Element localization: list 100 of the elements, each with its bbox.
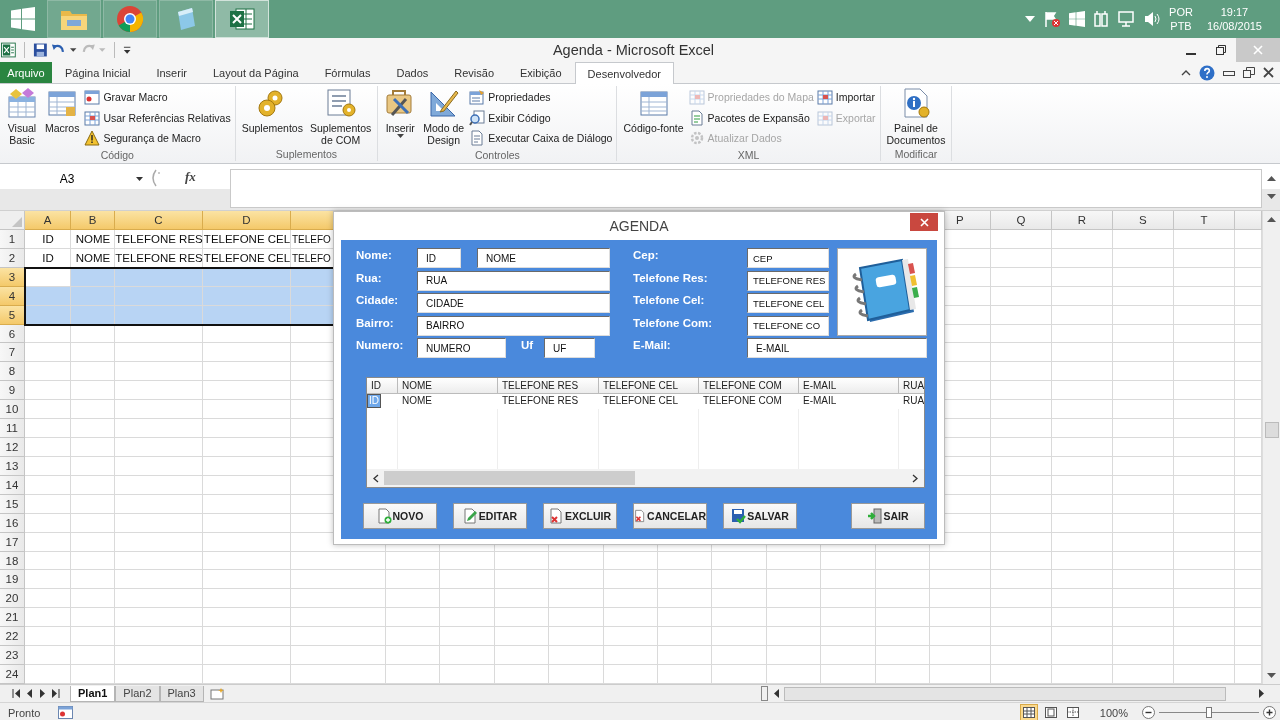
ribbon-tab[interactable]: Layout da Página	[200, 62, 312, 83]
row-header[interactable]: 9	[0, 381, 25, 401]
column-header[interactable]: D	[203, 211, 291, 230]
ribbon-button[interactable]: Gravar Macro	[84, 87, 231, 108]
formula-field[interactable]	[230, 169, 1262, 208]
column-header[interactable]: S	[1112, 211, 1174, 230]
ribbon-button[interactable]: Pacotes de Expansão	[688, 107, 814, 128]
ribbon-button[interactable]: Visual Basic	[4, 87, 40, 146]
ribbon-button[interactable]: Suplementos de COM	[307, 87, 374, 146]
sheet-navigation-icon[interactable]	[12, 689, 60, 698]
sheet-tab[interactable]: Plan1	[70, 685, 116, 702]
split-handle[interactable]	[761, 686, 768, 701]
text-field[interactable]: BAIRRO	[417, 315, 610, 336]
horizontal-scrollbar[interactable]	[367, 469, 924, 487]
column-header[interactable]: Q	[990, 211, 1052, 230]
taskbar-button[interactable]	[103, 0, 157, 38]
text-field[interactable]: TELEFONE RES	[747, 270, 829, 291]
ribbon-button[interactable]: Código-fonte	[621, 87, 686, 134]
ribbon-button[interactable]: Exibir Código	[469, 107, 613, 128]
spreadsheet-icon[interactable]	[1, 42, 16, 58]
column-header[interactable]: TELEFONE CEL	[599, 378, 699, 394]
row-header[interactable]: 19	[0, 570, 25, 590]
ribbon-tab[interactable]: Inserir	[143, 62, 200, 83]
text-field[interactable]: TELEFONE CEL	[747, 293, 829, 313]
row-header[interactable]: 20	[0, 589, 25, 609]
column-header[interactable]: E-MAIL	[799, 378, 899, 394]
scroll-down-icon[interactable]	[1267, 673, 1276, 678]
row-header[interactable]: 22	[0, 627, 25, 647]
minimize-icon[interactable]	[1223, 68, 1235, 77]
scroll-up-icon[interactable]	[1267, 217, 1276, 222]
network-icon[interactable]	[1117, 10, 1136, 28]
speaker-icon[interactable]	[1143, 11, 1162, 27]
ribbon-button[interactable]: Macros	[43, 87, 82, 134]
taskbar-button[interactable]	[215, 0, 269, 38]
ribbon-button[interactable]: Inserir	[382, 87, 419, 138]
close-icon[interactable]	[1263, 67, 1274, 78]
file-tab[interactable]: Arquivo	[0, 62, 52, 83]
list-view[interactable]: ID NOME TELEFONE RES TELEFONE CEL TELEFONE COM E-MAIL RUA ID NOME TELEFONE RES TELEFONE CEL TELEFONE COM E-MAIL RUA	[366, 377, 925, 488]
text-field[interactable]: NOME	[477, 248, 610, 268]
form-button[interactable]: SALVAR	[723, 503, 797, 529]
text-field[interactable]: RUA	[417, 270, 610, 291]
restore-icon[interactable]	[1243, 67, 1255, 78]
sheet-tab[interactable]: Plan2	[115, 685, 160, 702]
zoom-slider[interactable]	[1159, 706, 1259, 719]
row-header[interactable]: 7	[0, 343, 25, 363]
row-header[interactable]: 24	[0, 665, 25, 684]
ribbon-button[interactable]: Painel de Documentos	[884, 87, 948, 146]
ribbon-tab[interactable]: Desenvolvedor	[574, 62, 674, 84]
row-header[interactable]: 1	[0, 230, 25, 249]
scroll-left-icon[interactable]	[774, 689, 779, 698]
column-header[interactable]: R	[1051, 211, 1113, 230]
text-field[interactable]: NUMERO	[417, 338, 506, 358]
text-field[interactable]: TELEFONE CO	[747, 315, 829, 336]
form-button[interactable]: EXCLUIR	[543, 503, 617, 529]
column-header[interactable]: TELEFONE RES	[498, 378, 599, 394]
scrollbar-thumb[interactable]	[384, 471, 636, 485]
view-button[interactable]	[1019, 704, 1038, 720]
windows-icon[interactable]	[1069, 11, 1086, 27]
form-button[interactable]: SAIR	[851, 503, 925, 529]
caret-icon[interactable]	[70, 48, 77, 52]
text-field[interactable]: CEP	[747, 248, 829, 268]
flag-icon[interactable]	[1043, 10, 1062, 28]
ribbon-button[interactable]: Usar Referências Relativas	[84, 107, 231, 128]
form-button[interactable]: CANCELAR	[633, 503, 707, 529]
zoom-level[interactable]: 100%	[1099, 706, 1128, 719]
form-button[interactable]: NOVO	[363, 503, 437, 529]
form-button[interactable]: EDITAR	[453, 503, 527, 529]
text-field[interactable]: UF	[544, 338, 595, 358]
ribbon-button[interactable]: Importar	[816, 87, 876, 108]
ribbon-tab[interactable]: Revisão	[441, 62, 508, 83]
ribbon-button[interactable]: Executar Caixa de Diálogo	[469, 128, 613, 149]
customize-icon[interactable]	[122, 45, 131, 55]
column-header[interactable]: B	[71, 211, 115, 230]
caret-icon[interactable]	[136, 177, 143, 181]
text-field[interactable]: CIDADE	[417, 293, 610, 313]
ribbon-button[interactable]: Modo de Design	[421, 87, 467, 146]
column-header[interactable]: C	[115, 211, 203, 230]
ribbon-button[interactable]: Suplementos	[239, 87, 305, 134]
ribbon-button[interactable]: Segurança de Macro	[84, 128, 231, 149]
row-header[interactable]: 12	[0, 438, 25, 457]
slider-thumb[interactable]	[1206, 707, 1212, 718]
help-icon[interactable]	[1199, 64, 1215, 81]
row-header[interactable]: 10	[0, 400, 25, 420]
scroll-right-icon[interactable]	[912, 473, 918, 483]
zoom-in-icon[interactable]	[1263, 706, 1276, 719]
insert-function-button[interactable]: fx	[185, 169, 196, 185]
ribbon-tab[interactable]: Dados	[383, 62, 442, 83]
text-field[interactable]: E-MAIL	[747, 338, 927, 358]
column-header[interactable]: T	[1173, 211, 1235, 230]
zoom-out-icon[interactable]	[1142, 706, 1155, 719]
row-header[interactable]: 21	[0, 608, 25, 628]
scroll-left-icon[interactable]	[373, 473, 379, 483]
row-header[interactable]: 11	[0, 419, 25, 439]
column-header[interactable]: ID	[367, 378, 398, 394]
plug-icon[interactable]	[1093, 10, 1110, 28]
scroll-up-icon[interactable]	[1266, 175, 1276, 181]
ribbon-tab[interactable]: Fórmulas	[311, 62, 384, 83]
sheet-tab[interactable]: Plan3	[159, 685, 204, 702]
vertical-scrollbar[interactable]	[1262, 211, 1280, 684]
row-header[interactable]: 23	[0, 646, 25, 666]
